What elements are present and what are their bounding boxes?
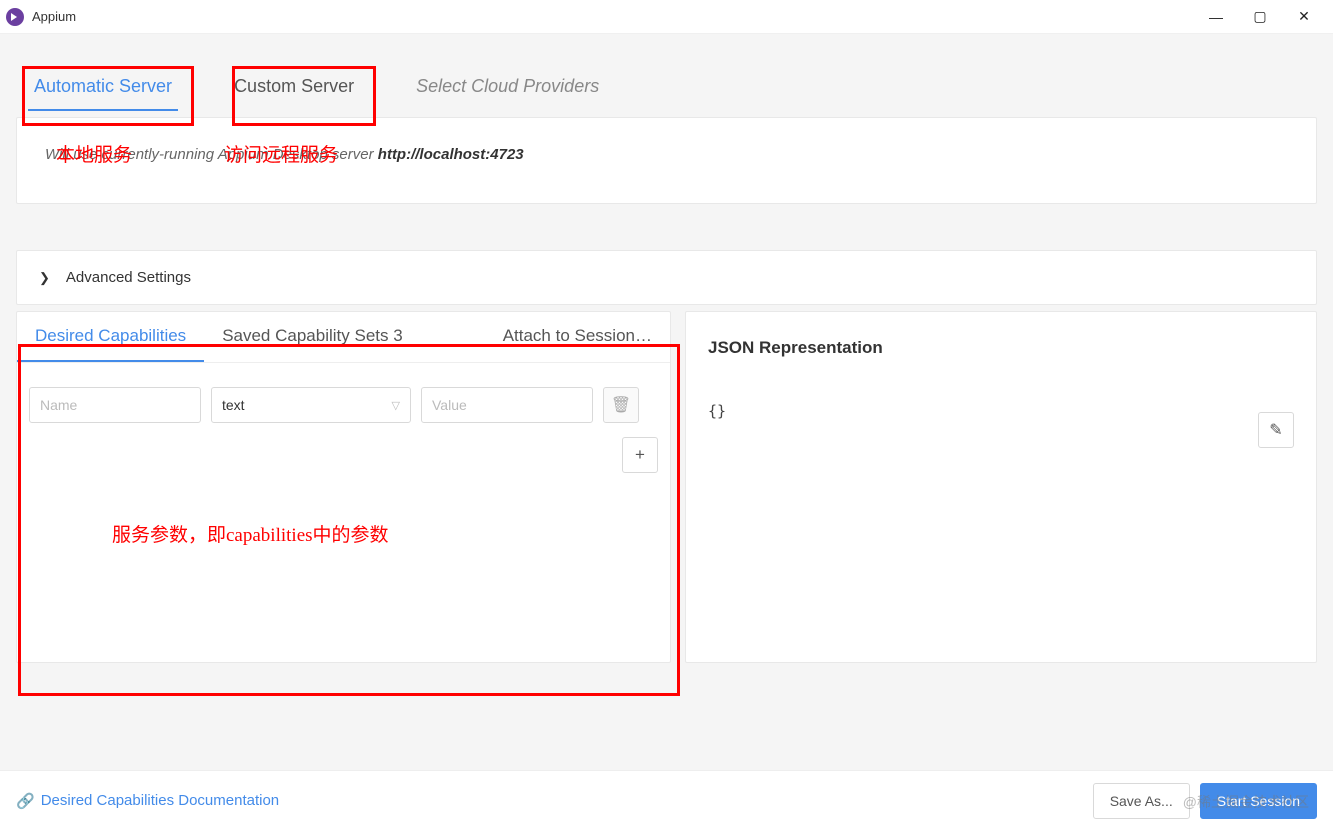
server-url: http://localhost:4723 bbox=[378, 146, 524, 163]
tab-desired-capabilities[interactable]: Desired Capabilities bbox=[17, 312, 204, 362]
json-body: {} bbox=[708, 402, 1294, 420]
close-icon[interactable]: ✕ bbox=[1295, 8, 1313, 26]
json-panel-title: JSON Representation bbox=[708, 338, 1294, 358]
server-tabs: Automatic Server Custom Server Select Cl… bbox=[16, 50, 1317, 111]
capability-type-select[interactable]: text ▽ bbox=[211, 387, 411, 423]
capabilities-panel: Desired Capabilities Saved Capability Se… bbox=[16, 311, 671, 663]
link-icon: 🔗 bbox=[16, 792, 35, 810]
advanced-settings-toggle[interactable]: ❯ Advanced Settings bbox=[16, 250, 1317, 305]
annotation-remote-service: 访问远程服务 bbox=[224, 140, 338, 167]
window-title: Appium bbox=[32, 9, 76, 24]
tab-automatic-server[interactable]: Automatic Server bbox=[24, 68, 182, 111]
titlebar: Appium — ▢ ✕ bbox=[0, 0, 1333, 34]
tab-saved-capability-sets[interactable]: Saved Capability Sets 3 bbox=[204, 312, 421, 362]
capability-value-input[interactable] bbox=[421, 387, 593, 423]
save-as-button[interactable]: Save As... bbox=[1093, 783, 1190, 819]
chevron-down-icon: ▽ bbox=[392, 399, 400, 412]
footer: 🔗 Desired Capabilities Documentation Sav… bbox=[0, 770, 1333, 830]
edit-json-button[interactable]: ✎ bbox=[1258, 412, 1294, 448]
tab-attach-to-session[interactable]: Attach to Session… bbox=[485, 312, 670, 362]
capability-row: text ▽ 🗑 bbox=[17, 363, 670, 423]
tab-custom-server[interactable]: Custom Server bbox=[224, 68, 364, 111]
maximize-icon[interactable]: ▢ bbox=[1251, 8, 1269, 26]
tab-cloud-providers[interactable]: Select Cloud Providers bbox=[406, 68, 609, 111]
documentation-link-label: Desired Capabilities Documentation bbox=[41, 792, 279, 809]
json-representation-panel: JSON Representation {} ✎ bbox=[685, 311, 1317, 663]
annotation-local-service: 本地服务 bbox=[56, 140, 132, 167]
add-capability-button[interactable]: + bbox=[622, 437, 658, 473]
documentation-link[interactable]: 🔗 Desired Capabilities Documentation bbox=[16, 792, 279, 810]
app-icon bbox=[6, 8, 24, 26]
capabilities-tabs: Desired Capabilities Saved Capability Se… bbox=[17, 312, 670, 363]
server-panel: Will use currently-running Appium Deskto… bbox=[16, 117, 1317, 204]
annotation-caps-note: 服务参数，即capabilities中的参数 bbox=[112, 520, 389, 547]
trash-icon: 🗑 bbox=[611, 395, 631, 415]
minimize-icon[interactable]: — bbox=[1207, 8, 1225, 26]
capability-name-input[interactable] bbox=[29, 387, 201, 423]
capability-type-value: text bbox=[222, 397, 245, 413]
advanced-settings-label: Advanced Settings bbox=[66, 269, 191, 286]
chevron-right-icon: ❯ bbox=[39, 270, 50, 286]
pencil-icon: ✎ bbox=[1269, 420, 1282, 440]
start-session-button[interactable]: Start Session bbox=[1200, 783, 1317, 819]
plus-icon: + bbox=[635, 445, 645, 465]
delete-capability-button[interactable]: 🗑 bbox=[603, 387, 639, 423]
